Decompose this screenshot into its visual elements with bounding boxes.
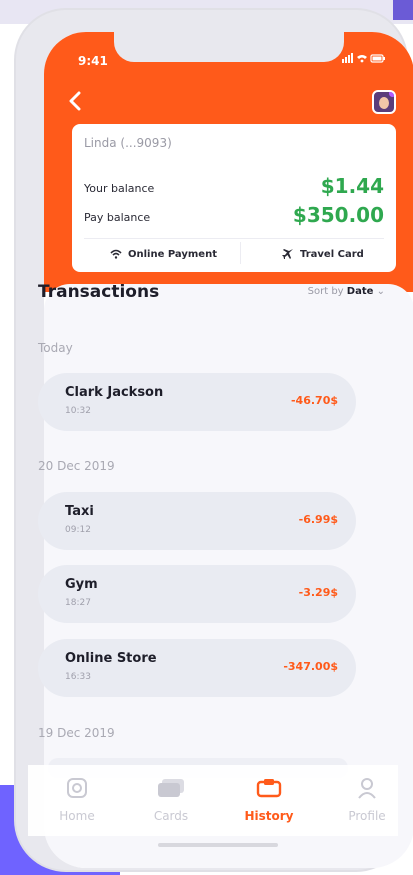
tab-history-label: History (244, 809, 294, 823)
date-header: 20 Dec 2019 (38, 459, 115, 473)
balance-value: $1.44 (320, 174, 384, 198)
tab-cards[interactable]: Cards (136, 777, 206, 823)
home-indicator (158, 843, 278, 847)
status-icons (342, 53, 386, 66)
home-icon (67, 778, 87, 798)
online-payment-button[interactable]: Online Payment (110, 242, 217, 266)
tab-profile[interactable]: Profile (332, 777, 402, 823)
tab-home-label: Home (59, 809, 95, 823)
cards-icon (158, 779, 184, 797)
pay-balance-label: Pay balance (84, 211, 151, 224)
tab-cards-label: Cards (153, 809, 189, 823)
transaction-name: Online Store (65, 651, 157, 666)
tab-profile-label: Profile (348, 809, 386, 823)
card-divider (84, 238, 384, 239)
transaction-name: Taxi (65, 504, 94, 519)
transaction-amount: -6.99$ (298, 513, 338, 526)
card-separator (240, 242, 241, 264)
tab-home[interactable]: Home (42, 777, 112, 823)
history-icon (256, 779, 282, 798)
back-button[interactable] (68, 90, 82, 116)
tab-bar: Home Cards History Profile (28, 765, 398, 836)
phone-frame: 9:41 Linda (...9093) Your balance $1.44 … (16, 10, 413, 870)
balance-label: Your balance (84, 182, 155, 195)
transaction-amount: -347.00$ (283, 660, 338, 673)
avatar[interactable] (372, 90, 396, 114)
transaction-time: 18:27 (65, 598, 91, 608)
online-payment-label: Online Payment (128, 248, 217, 260)
avatar-face (379, 97, 389, 109)
account-card: Linda (...9093) Your balance $1.44 Pay b… (72, 124, 396, 272)
account-name: Linda (...9093) (84, 136, 172, 150)
sort-prefix: Sort by (307, 286, 344, 297)
travel-card-button[interactable]: Travel Card (282, 242, 364, 266)
transaction-name: Gym (65, 577, 98, 592)
transactions-title: Transactions (38, 282, 160, 302)
transaction-amount: -3.29$ (298, 586, 338, 599)
chevron-left-icon (69, 91, 81, 111)
transaction-name: Clark Jackson (65, 385, 164, 400)
phone-screen: 9:41 Linda (...9093) Your balance $1.44 … (44, 32, 413, 868)
transaction-amount: -46.70$ (290, 394, 338, 407)
airplane-icon (282, 249, 293, 259)
notch (114, 32, 344, 62)
transaction-time: 16:33 (65, 672, 91, 682)
transaction-time: 09:12 (65, 525, 91, 535)
background-accent (393, 0, 413, 20)
transaction-time: 10:32 (65, 406, 91, 416)
date-header: 19 Dec 2019 (38, 726, 115, 740)
travel-card-label: Travel Card (300, 248, 364, 260)
chevron-down-icon: ⌄ (376, 286, 385, 297)
signal-wifi-battery-icon (342, 53, 385, 63)
status-time: 9:41 (78, 54, 108, 68)
tab-history[interactable]: History (234, 777, 304, 823)
transaction-row[interactable]: Online Store 16:33 -347.00$ (38, 639, 356, 697)
sort-value: Date (346, 286, 374, 297)
date-header: Today (38, 341, 73, 355)
transaction-row[interactable]: Taxi 09:12 -6.99$ (38, 492, 356, 550)
profile-icon (358, 778, 376, 799)
transaction-row[interactable]: Clark Jackson 10:32 -46.70$ (38, 373, 356, 431)
wifi-icon (110, 249, 122, 259)
sort-control[interactable]: Sort by Date ⌄ (308, 286, 385, 297)
pay-balance-value: $350.00 (292, 203, 384, 227)
transaction-row[interactable]: Gym 18:27 -3.29$ (38, 565, 356, 623)
